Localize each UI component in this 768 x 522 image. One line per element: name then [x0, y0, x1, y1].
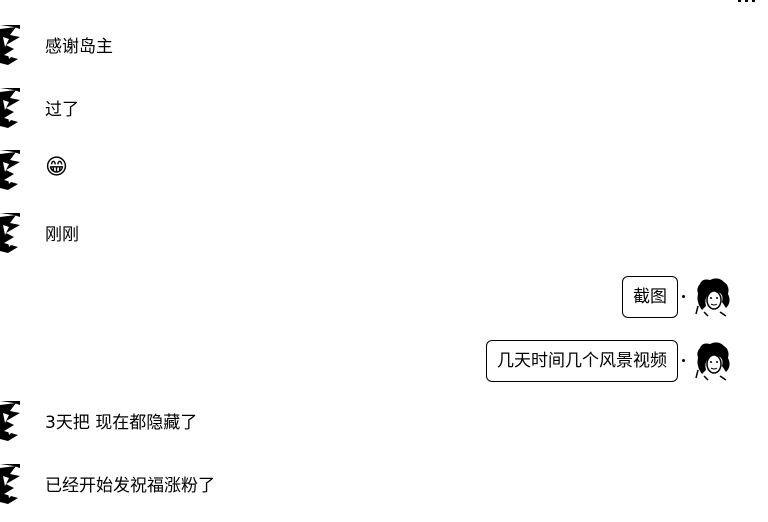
chat-message-left: 过了 [0, 88, 768, 134]
message-text: 刚刚 [45, 225, 79, 245]
message-text: 感谢岛主 [45, 37, 113, 57]
chat-message-left: 刚刚 [0, 213, 768, 259]
message-bubble[interactable]: 截图 [622, 276, 678, 318]
message-text: 3天把 现在都隐藏了 [45, 413, 198, 433]
avatar[interactable] [0, 150, 20, 192]
message-bubble[interactable]: 几天时间几个风景视频 [486, 340, 678, 382]
message-text: 几天时间几个风景视频 [497, 351, 667, 371]
chat-message-right: 几天时间几个风景视频 [0, 340, 768, 386]
avatar[interactable] [0, 213, 20, 255]
avatar[interactable] [0, 88, 20, 130]
chat-message-left: 3天把 现在都隐藏了 [0, 401, 768, 447]
message-text: 截图 [633, 287, 667, 307]
chat-message-left: 😁 [0, 150, 768, 196]
message-text: 已经开始发祝福涨粉了 [45, 476, 215, 496]
bubble-tail-icon [682, 359, 685, 362]
avatar[interactable] [694, 276, 732, 318]
chat-message-left: 已经开始发祝福涨粉了 [0, 464, 768, 510]
avatar[interactable] [0, 401, 20, 443]
message-text: 过了 [45, 100, 79, 120]
avatar[interactable] [0, 25, 20, 67]
avatar[interactable] [0, 464, 20, 506]
bubble-tail-icon [682, 295, 685, 298]
chat-view: 感谢岛主 过了 😁 刚刚 截图 几天时间几个风景视频 3天把 现在都隐藏了 已经… [0, 0, 768, 522]
avatar[interactable] [694, 340, 732, 382]
chat-message-left: 感谢岛主 [0, 25, 768, 71]
grinning-emoji: 😁 [45, 155, 68, 180]
chat-message-right: 截图 [0, 276, 768, 322]
window-corner-mark [738, 0, 755, 2]
